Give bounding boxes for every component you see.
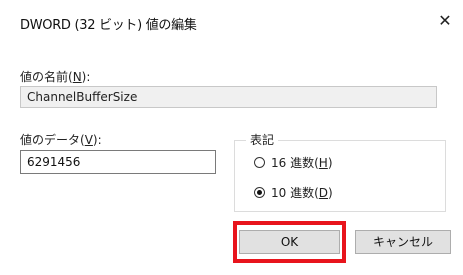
cancel-button[interactable]: キャンセル	[355, 230, 451, 254]
radio-decimal-label-prefix: 10 進数(	[271, 186, 319, 200]
value-data-input[interactable]	[20, 150, 216, 174]
value-data-label-suffix: ):	[92, 133, 102, 147]
radio-hex-label-key: H	[318, 156, 328, 170]
radio-hex-button[interactable]	[254, 157, 265, 168]
ok-button[interactable]: OK	[239, 230, 340, 254]
value-name-field: ChannelBufferSize	[20, 86, 437, 108]
value-name-label-suffix: ):	[81, 70, 91, 84]
close-icon[interactable]: ✕	[436, 13, 454, 31]
radio-hex-label-prefix: 16 進数(	[271, 156, 319, 170]
dialog-title: DWORD (32 ビット) 値の編集	[20, 18, 197, 33]
radio-hex-label-suffix: )	[327, 156, 333, 170]
radio-decimal-label-key: D	[318, 186, 329, 200]
value-name-label-prefix: 値の名前(	[20, 70, 73, 84]
value-name-label: 値の名前(N):	[20, 68, 90, 85]
title-bar: DWORD (32 ビット) 値の編集 ✕	[0, 0, 463, 42]
value-data-label: 値のデータ(V):	[20, 131, 102, 148]
radio-decimal-label-suffix: )	[328, 186, 333, 200]
value-name-label-key: N	[72, 70, 82, 84]
value-data-label-key: V	[84, 133, 93, 147]
base-group-box	[234, 140, 446, 212]
radio-decimal[interactable]: 10 進数(D)	[254, 184, 333, 201]
radio-decimal-label: 10 進数(D)	[271, 184, 333, 201]
base-group-title: 表記	[246, 131, 279, 148]
radio-hex-label: 16 進数(H)	[271, 154, 333, 171]
value-data-label-prefix: 値のデータ(	[20, 133, 85, 147]
radio-decimal-button[interactable]	[254, 187, 265, 198]
radio-hex[interactable]: 16 進数(H)	[254, 154, 333, 171]
dword-edit-dialog: DWORD (32 ビット) 値の編集 ✕ 値の名前(N): ChannelBu…	[0, 0, 463, 275]
